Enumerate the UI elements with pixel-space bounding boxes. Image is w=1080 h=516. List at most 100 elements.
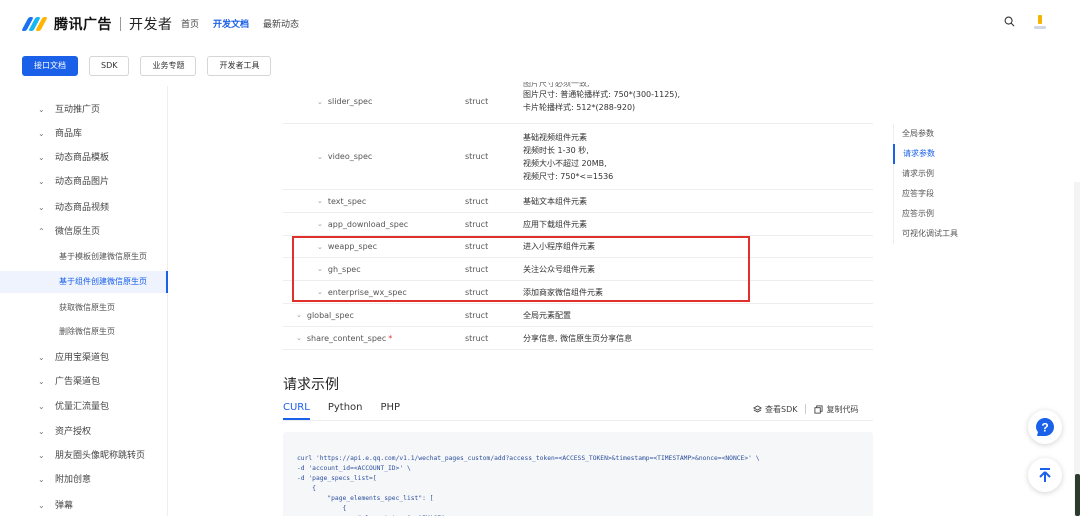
required-marker: * — [388, 333, 393, 343]
toc-global-params[interactable]: 全局参数 — [894, 124, 983, 144]
chevron-down-icon: ⌄ — [38, 177, 45, 186]
sidebar-item-ad-channel[interactable]: ⌄ 广告渠道包 — [0, 372, 168, 392]
sidebar-item-asset-auth[interactable]: ⌄ 资产授权 — [0, 422, 168, 442]
chevron-down-icon: ⌄ — [38, 203, 45, 212]
param-desc: 添加商家微信组件元素 — [523, 287, 603, 297]
table-row: ⌄ weapp_spec struct 进入小程序组件元素 — [283, 236, 873, 258]
chevron-down-icon: ⌄ — [38, 153, 45, 162]
tab-php[interactable]: PHP — [381, 402, 401, 420]
param-type: struct — [465, 219, 489, 229]
toc-visual-debug-tool[interactable]: 可视化调试工具 — [894, 224, 983, 244]
tab-curl[interactable]: CURL — [283, 402, 310, 420]
param-name: app_download_spec — [327, 219, 409, 229]
sidebar-item-extra-creative[interactable]: ⌄ 附加创意 — [0, 470, 168, 490]
table-row: ⌄ app_download_spec struct 应用下载组件元素 — [283, 213, 873, 236]
sidebar-item-wechat-native[interactable]: ⌃ 微信原生页 — [0, 222, 168, 242]
param-desc: 进入小程序组件元素 — [523, 242, 595, 251]
chevron-down-icon[interactable]: ⌄ — [317, 220, 323, 228]
sidebar-item-product-library[interactable]: ⌄ 商品库 — [0, 124, 168, 144]
param-type: struct — [465, 196, 489, 206]
nav-dev-docs[interactable]: 开发文档 — [213, 17, 249, 30]
toc-request-params[interactable]: 请求参数 — [893, 144, 983, 164]
chevron-down-icon: ⌄ — [38, 475, 45, 484]
chevron-down-icon[interactable]: ⌄ — [317, 265, 323, 273]
sidebar-item-danmaku[interactable]: ⌄ 弹幕 — [0, 496, 168, 516]
chevron-down-icon[interactable]: ⌄ — [317, 243, 323, 251]
chevron-down-icon[interactable]: ⌄ — [317, 98, 323, 106]
request-example-title: 请求示例 — [283, 377, 339, 393]
param-name: global_spec — [306, 310, 354, 320]
main-nav: 首页 开发文档 最新动态 — [181, 17, 313, 30]
sidebar-subitem-template-create[interactable]: 基于模板创建微信原生页 — [0, 246, 168, 268]
param-type: struct — [465, 264, 489, 274]
chevron-down-icon: ⌄ — [38, 129, 45, 138]
param-name: gh_spec — [327, 264, 361, 274]
action-divider — [805, 404, 807, 414]
param-type: struct — [465, 287, 489, 297]
nav-home[interactable]: 首页 — [181, 17, 199, 30]
tencent-ads-logo-icon — [21, 17, 48, 31]
table-row: ⌄ video_spec struct 基础视频组件元素 视频时长 1-30 秒,… — [283, 124, 873, 190]
tab-business-topics[interactable]: 业务专题 — [140, 56, 197, 76]
copy-icon — [814, 405, 824, 414]
param-name: weapp_spec — [327, 242, 377, 251]
brand-divider — [120, 17, 121, 31]
user-avatar-icon[interactable] — [1033, 13, 1047, 31]
tab-dev-tools[interactable]: 开发者工具 — [207, 56, 272, 76]
sidebar-item-ylh-traffic[interactable]: ⌄ 优量汇流量包 — [0, 397, 168, 417]
chevron-down-icon: ⌄ — [38, 451, 45, 460]
param-type: struct — [465, 97, 489, 106]
doc-sidebar: ⌄ 互动推广页 ⌄ 商品库 ⌄ 动态商品模板 ⌄ 动态商品图片 ⌄ 动态商品视频 ⌃ 微信原… — [0, 86, 168, 516]
chevron-down-icon[interactable]: ⌄ — [317, 288, 323, 296]
brand-logo[interactable]: 腾讯广告 开发者 — [21, 14, 173, 34]
param-type: struct — [465, 310, 489, 320]
table-row: ⌄ global_spec struct 全局元素配置 — [283, 304, 873, 327]
code-sample[interactable]: curl 'https://api.e.qq.com/v1.1/wechat_p… — [283, 432, 873, 516]
back-to-top-button[interactable] — [1028, 458, 1062, 492]
chevron-down-icon[interactable]: ⌄ — [317, 153, 323, 161]
tab-sdk[interactable]: SDK — [89, 56, 130, 76]
help-button[interactable]: ? — [1028, 410, 1062, 444]
param-desc: 关注公众号组件元素 — [523, 264, 595, 274]
toc-request-example[interactable]: 请求示例 — [894, 164, 983, 184]
help-icon: ? — [1036, 418, 1054, 436]
sidebar-item-yyb-channel[interactable]: ⌄ 应用宝渠道包 — [0, 348, 168, 368]
layers-icon — [753, 405, 762, 413]
copy-code-button[interactable]: 复制代码 — [814, 404, 858, 415]
param-desc: 图片尺寸必须一致, 图片尺寸: 普通轮播样式: 750*(300-1125), … — [523, 81, 681, 112]
toc-response-example[interactable]: 应答示例 — [894, 204, 983, 224]
view-sdk-button[interactable]: 查看SDK — [753, 404, 797, 415]
sidebar-item-moments-avatar[interactable]: ⌄ 朋友圈头像昵称跳转页 — [0, 446, 168, 466]
code-language-tabs: CURL Python PHP — [283, 402, 418, 420]
sidebar-item-dynamic-template[interactable]: ⌄ 动态商品模板 — [0, 148, 168, 168]
sidebar-subitem-delete-page[interactable]: 删除微信原生页 — [0, 321, 168, 343]
sidebar-subitem-get-page[interactable]: 获取微信原生页 — [0, 297, 168, 319]
chevron-down-icon[interactable]: ⌄ — [317, 197, 323, 205]
arrow-up-icon — [1039, 468, 1051, 482]
param-type: struct — [465, 152, 489, 161]
tabs-divider — [283, 420, 873, 421]
sidebar-item-interactive-landing[interactable]: ⌄ 互动推广页 — [0, 100, 168, 120]
chevron-down-icon: ⌄ — [38, 501, 45, 510]
param-desc: 基础文本组件元素 — [523, 196, 587, 206]
param-name: enterprise_wx_spec — [327, 287, 407, 297]
sidebar-subitem-component-create[interactable]: 基于组件创建微信原生页 — [0, 271, 168, 293]
code-actions: 查看SDK 复制代码 — [753, 404, 858, 415]
sidebar-item-dynamic-image[interactable]: ⌄ 动态商品图片 — [0, 172, 168, 192]
param-desc: 应用下载组件元素 — [523, 219, 587, 229]
sidebar-item-dynamic-video[interactable]: ⌄ 动态商品视频 — [0, 198, 168, 218]
table-row: ⌄ text_spec struct 基础文本组件元素 — [283, 190, 873, 213]
table-row: ⌄ slider_spec struct 图片尺寸必须一致, 图片尺寸: 普通轮播… — [283, 80, 873, 124]
param-name: video_spec — [327, 152, 373, 161]
svg-text:?: ? — [1041, 421, 1048, 435]
chevron-down-icon[interactable]: ⌄ — [296, 334, 302, 342]
toc-response-fields[interactable]: 应答字段 — [894, 184, 983, 204]
scrollbar-thumb[interactable] — [1075, 474, 1080, 516]
brand-subtitle: 开发者 — [129, 17, 173, 33]
nav-news[interactable]: 最新动态 — [263, 17, 299, 30]
scrollbar-track[interactable] — [1074, 182, 1080, 516]
tab-api-docs[interactable]: 接口文档 — [22, 56, 78, 76]
search-icon[interactable] — [1004, 16, 1015, 27]
chevron-down-icon[interactable]: ⌄ — [296, 311, 302, 319]
tab-python[interactable]: Python — [328, 402, 363, 420]
